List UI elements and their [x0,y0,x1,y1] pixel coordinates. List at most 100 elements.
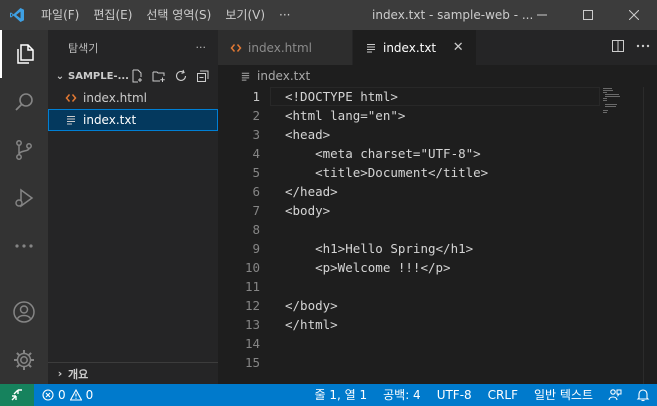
vscode-logo-icon [0,0,34,30]
menu-more[interactable]: ··· [272,0,297,30]
bell-icon [636,389,650,402]
run-debug-button[interactable] [0,174,48,222]
menu-file[interactable]: 파일(F) [34,0,86,30]
manage-button[interactable] [0,336,48,384]
search-icon [15,93,33,111]
new-folder-icon [152,71,165,82]
code-line[interactable]: <meta charset="UTF-8"> [285,144,488,163]
source-control-icon [16,140,32,160]
tab-index-html[interactable]: index.html [218,30,353,65]
editor-tabs: index.html index.txt ✕ [218,30,657,65]
refresh-button[interactable] [172,67,190,85]
line-number: 1 [252,89,260,104]
collapse-all-button[interactable] [194,67,212,85]
text-file-icon [365,42,377,54]
code-line[interactable]: </body> [285,296,488,315]
split-editor-icon [612,40,624,52]
vertical-scrollbar[interactable] [643,87,657,384]
remote-button[interactable] [0,384,34,406]
warning-count: 0 [85,388,94,402]
project-folder-header[interactable]: ⌄ SAMPLE-... [48,65,218,87]
new-file-button[interactable] [128,67,146,85]
code-editor[interactable]: 1 2 3 4 5 6 7 8 9 10 11 12 13 14 15 <!DOCTYPE html> <ht… [218,87,657,384]
sidebar-header: 탐색기 ··· [48,30,218,65]
indentation[interactable]: 공백: 4 [375,384,429,406]
minimize-button[interactable] [519,0,565,30]
encoding[interactable]: UTF-8 [429,384,480,406]
breadcrumb: index.txt [218,65,657,87]
account-icon [13,301,35,323]
outline-section-header[interactable]: › 개요 [48,362,218,384]
explorer-button[interactable] [0,30,48,78]
feedback-icon [608,389,622,401]
code-line[interactable] [285,220,488,239]
window-title: index.txt - sample-web - ... [372,8,534,22]
code-line[interactable]: <p>Welcome !!!</p> [285,258,488,277]
project-name: SAMPLE-... [68,70,128,82]
line-number: 3 [252,127,260,142]
line-number: 4 [252,146,260,161]
tab-label: index.html [248,40,312,55]
code-line[interactable]: <!DOCTYPE html> [285,87,488,106]
accounts-button[interactable] [0,288,48,336]
line-number: 9 [252,241,260,256]
code-line[interactable] [285,277,488,296]
line-number-gutter: 1 2 3 4 5 6 7 8 9 10 11 12 13 14 15 [218,87,270,372]
code-line[interactable]: <h1>Hello Spring</h1> [285,239,488,258]
minimap[interactable] [603,87,643,127]
sidebar-title: 탐색기 [68,41,99,55]
file-item-index-txt[interactable]: index.txt [48,109,218,131]
code-line[interactable]: </html> [285,315,488,334]
line-number: 10 [244,260,260,275]
source-control-button[interactable] [0,126,48,174]
minimize-icon [537,14,547,16]
file-name: index.txt [83,113,137,127]
run-debug-icon [15,188,34,208]
code-line[interactable] [285,334,488,353]
close-window-button[interactable] [611,0,657,30]
notifications-button[interactable] [629,388,657,402]
cursor-position[interactable]: 줄 1, 열 1 [307,384,376,406]
text-file-icon [240,71,251,82]
language-mode[interactable]: 일반 텍스트 [526,384,601,406]
line-number: 14 [244,336,260,351]
code-content[interactable]: <!DOCTYPE html> <html lang="en"> <head> <m… [285,87,488,372]
problems-indicator[interactable]: 0 0 [34,388,93,402]
split-editor-button[interactable] [611,39,625,56]
ellipsis-icon [636,44,650,48]
code-line[interactable]: <body> [285,201,488,220]
line-number: 2 [252,108,260,123]
text-file-icon [65,114,83,126]
code-line[interactable] [285,353,488,372]
maximize-button[interactable] [565,0,611,30]
title-bar: 파일(F) 편집(E) 선택 영역(S) 보기(V) ··· index.txt… [0,0,657,30]
line-number: 8 [252,222,260,237]
tab-label: index.txt [382,40,437,55]
explorer-toolbar [128,67,218,85]
html-file-icon [65,92,83,104]
more-views-button[interactable] [0,222,48,270]
tab-index-txt[interactable]: index.txt ✕ [352,30,478,65]
new-folder-button[interactable] [150,67,168,85]
code-line[interactable]: <html lang="en"> [285,106,488,125]
editor-more-button[interactable] [635,39,651,56]
new-file-icon [132,69,142,83]
code-line[interactable]: <head> [285,125,488,144]
warning-icon [69,389,82,401]
breadcrumb-file[interactable]: index.txt [257,69,310,83]
code-line[interactable]: <title>Document</title> [285,163,488,182]
search-button[interactable] [0,78,48,126]
menu-view[interactable]: 보기(V) [218,0,272,30]
sidebar-more-button[interactable]: ··· [196,41,207,54]
refresh-icon [175,69,187,81]
explorer-sidebar: 탐색기 ··· ⌄ SAMPLE-... index.html index.tx… [48,30,218,384]
window-controls [519,0,657,30]
file-item-index-html[interactable]: index.html [48,87,218,109]
close-tab-button[interactable]: ✕ [450,40,466,55]
menu-edit[interactable]: 편집(E) [86,0,139,30]
files-icon [17,44,34,64]
menu-selection[interactable]: 선택 영역(S) [139,0,218,30]
line-ending[interactable]: CRLF [480,384,526,406]
code-line[interactable]: </head> [285,182,488,201]
feedback-button[interactable] [601,388,629,402]
